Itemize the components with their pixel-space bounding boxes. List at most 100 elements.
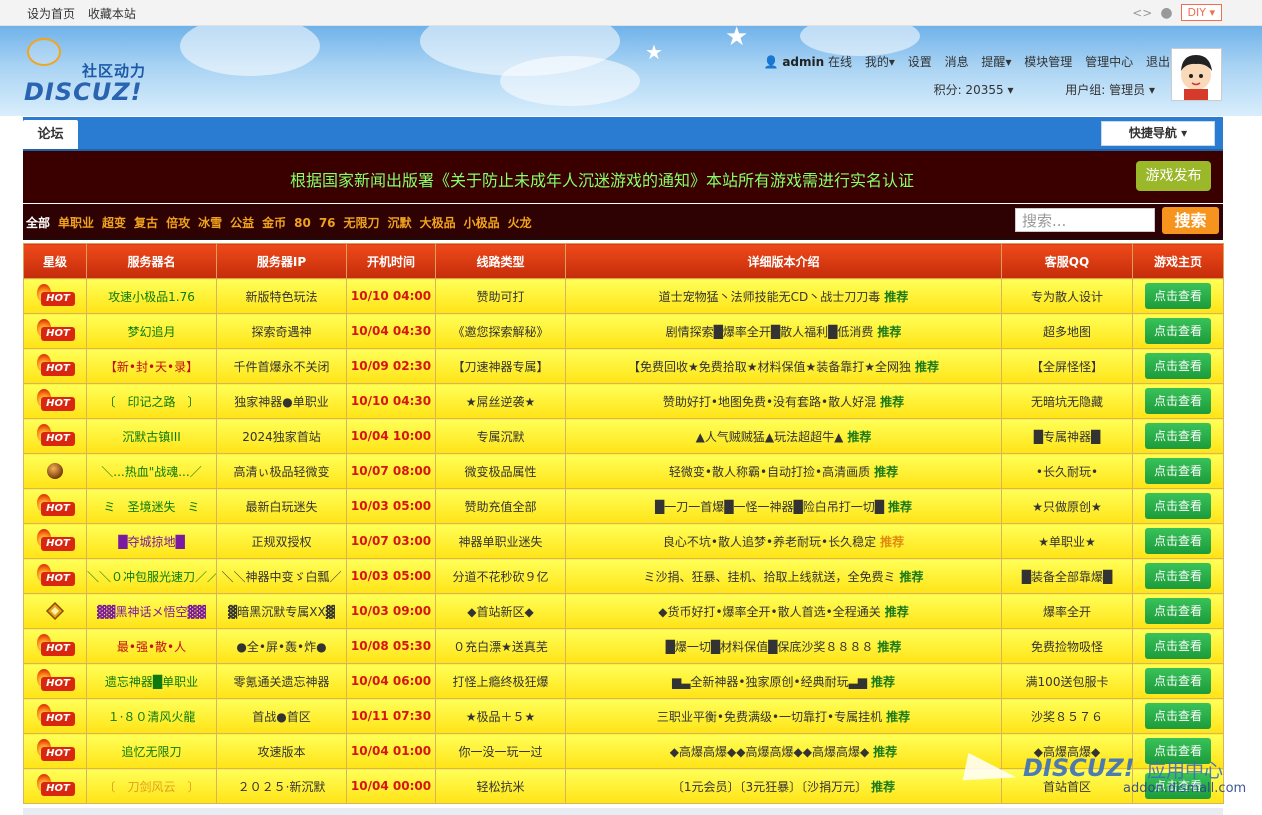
line-type: 专属沉默 — [435, 418, 566, 454]
line-type: 打怪上瘾终极狂爆 — [435, 663, 566, 699]
category-7[interactable]: 金币 — [262, 216, 286, 230]
view-button[interactable]: 点击查看 — [1145, 458, 1211, 484]
search-input[interactable]: 搜索... — [1015, 208, 1155, 232]
table-row: HOT 沉默古镇III 2024独家首站 10/04 10:00 专属沉默 ▲人气贼贼猛▲… — [23, 418, 1224, 454]
quick-nav-button[interactable]: 快捷导航 ▾ — [1101, 121, 1215, 146]
table-row: HOT 遗忘神器█单职业 零氪通关遗忘神器 10/04 06:00 打怪上瘾终极狂爆 ▆▃… — [23, 663, 1224, 699]
view-button[interactable]: 点击查看 — [1145, 738, 1211, 764]
server-name[interactable]: █夺城掠地█ — [86, 523, 217, 559]
publish-game-button[interactable]: 游戏发布 — [1136, 161, 1211, 191]
category-10[interactable]: 无限刀 — [344, 216, 380, 230]
server-ip: 高清ぃ极品轻微变 — [216, 453, 347, 489]
diy-button[interactable]: DIY ▾ — [1180, 4, 1222, 21]
view-button[interactable]: 点击查看 — [1145, 353, 1211, 379]
recommend-badge: 推荐 — [880, 534, 905, 549]
server-name[interactable]: ＼...热血"战魂...／ — [86, 453, 217, 489]
server-name[interactable]: 〔 刀剑风云 〕 — [86, 768, 217, 804]
homepage-cell: 点击查看 — [1132, 593, 1224, 629]
hot-label: HOT — [41, 642, 75, 656]
view-button[interactable]: 点击查看 — [1145, 493, 1211, 519]
recommend-badge: 推荐 — [874, 464, 899, 479]
server-name[interactable]: ▓▓黑神话メ悟空▓▓ — [86, 593, 217, 629]
server-name[interactable]: 梦幻追月 — [86, 313, 217, 349]
star-cell: HOT — [23, 733, 87, 769]
view-button[interactable]: 点击查看 — [1145, 423, 1211, 449]
site-logo[interactable]: 社区动力 DISCUZ! — [24, 38, 164, 106]
qq-cell: █专属神器█ — [1001, 418, 1133, 454]
category-8[interactable]: 80 — [294, 216, 311, 230]
hot-icon: HOT — [33, 669, 77, 693]
category-2[interactable]: 超变 — [102, 216, 126, 230]
view-button[interactable]: 点击查看 — [1145, 633, 1211, 659]
bookmark-link[interactable]: 收藏本站 — [88, 7, 136, 21]
category-14[interactable]: 火龙 — [508, 216, 532, 230]
server-name[interactable]: ＼＼０冲包服光速刀／／ — [86, 558, 217, 594]
server-name[interactable]: 〔 印记之路 〕 — [86, 383, 217, 419]
category-11[interactable]: 沉默 — [388, 216, 412, 230]
set-homepage-link[interactable]: 设为首页 — [27, 7, 75, 21]
search-button[interactable]: 搜索 — [1162, 207, 1219, 234]
category-0[interactable]: 全部 — [26, 216, 50, 230]
server-name[interactable]: 攻速小极品1.76 — [86, 278, 217, 314]
tab-forum[interactable]: 论坛 — [23, 120, 78, 149]
hot-icon: HOT — [33, 634, 77, 658]
description-text: 道士宠物猛丶法师技能无CD丶战士刀刀毒 — [658, 289, 881, 304]
category-9[interactable]: 76 — [319, 216, 336, 230]
category-4[interactable]: 倍攻 — [166, 216, 190, 230]
nav-reminders[interactable]: 提醒▾ — [981, 55, 1011, 69]
nav-settings[interactable]: 设置 — [908, 55, 932, 69]
nav-messages[interactable]: 消息 — [945, 55, 969, 69]
points-dropdown[interactable]: 积分: 20355 ▾ — [910, 83, 1014, 97]
open-time: 10/07 03:00 — [346, 523, 436, 559]
nav-my[interactable]: 我的▾ — [865, 55, 895, 69]
description-text: 轻微变•散人称霸•自动打捡•高清画质 — [668, 464, 871, 479]
bottom-strip — [23, 808, 1223, 815]
server-name[interactable]: ミ 圣境迷失 ミ — [86, 488, 217, 524]
category-1[interactable]: 单职业 — [58, 216, 94, 230]
homepage-cell: 点击查看 — [1132, 558, 1224, 594]
online-status[interactable]: 在线 — [828, 55, 852, 69]
server-name[interactable]: 【新•封•天•录】 — [86, 348, 217, 384]
view-button[interactable]: 点击查看 — [1145, 283, 1211, 309]
category-3[interactable]: 复古 — [134, 216, 158, 230]
category-12[interactable]: 大极品 — [420, 216, 456, 230]
points-label: 积分: 20355 — [933, 83, 1004, 97]
star-cell: HOT — [23, 523, 87, 559]
hot-label: HOT — [41, 397, 75, 411]
description-cell: ミ沙捐、狂暴、挂机、拾取上线就送，全免费ミ 推荐 — [565, 558, 1002, 594]
table-row: HOT 最•强•散•人 ●全•屏•轰•炸● 10/08 05:30 ０充白漂★送真芜 █爆… — [23, 628, 1224, 664]
nav-admin-center[interactable]: 管理中心 — [1085, 55, 1133, 69]
homepage-cell: 点击查看 — [1132, 488, 1224, 524]
server-name[interactable]: 遗忘神器█单职业 — [86, 663, 217, 699]
view-button[interactable]: 点击查看 — [1145, 668, 1211, 694]
avatar[interactable] — [1171, 48, 1222, 101]
line-type: 你一没一玩一过 — [435, 733, 566, 769]
nav-logout[interactable]: 退出 — [1146, 55, 1170, 69]
category-6[interactable]: 公益 — [230, 216, 254, 230]
view-button[interactable]: 点击查看 — [1145, 703, 1211, 729]
view-button[interactable]: 点击查看 — [1145, 598, 1211, 624]
palette-icon[interactable]: ● — [1160, 5, 1172, 21]
view-button[interactable]: 点击查看 — [1145, 318, 1211, 344]
code-icon[interactable]: <> — [1132, 6, 1152, 20]
view-button[interactable]: 点击查看 — [1145, 773, 1211, 799]
open-time: 10/04 00:00 — [346, 768, 436, 804]
server-name[interactable]: 沉默古镇III — [86, 418, 217, 454]
nav-reminders-label: 提醒 — [981, 55, 1006, 69]
nav-module-manage[interactable]: 模块管理 — [1024, 55, 1072, 69]
category-13[interactable]: 小极品 — [464, 216, 500, 230]
server-name[interactable]: １·８０清风火龍 — [86, 698, 217, 734]
username-link[interactable]: admin — [782, 55, 824, 69]
view-button[interactable]: 点击查看 — [1145, 528, 1211, 554]
view-button[interactable]: 点击查看 — [1145, 563, 1211, 589]
server-name[interactable]: 最•强•散•人 — [86, 628, 217, 664]
hot-icon: HOT — [33, 704, 77, 728]
server-ip: ＼＼神器中变ゞ白瓢／ — [216, 558, 347, 594]
recommend-badge: 推荐 — [887, 499, 912, 514]
view-button[interactable]: 点击查看 — [1145, 388, 1211, 414]
star-cell: HOT — [23, 383, 87, 419]
category-5[interactable]: 冰雪 — [198, 216, 222, 230]
homepage-cell: 点击查看 — [1132, 383, 1224, 419]
server-name[interactable]: 追忆无限刀 — [86, 733, 217, 769]
usergroup-dropdown[interactable]: 用户组: 管理员 ▾ — [1041, 83, 1155, 97]
